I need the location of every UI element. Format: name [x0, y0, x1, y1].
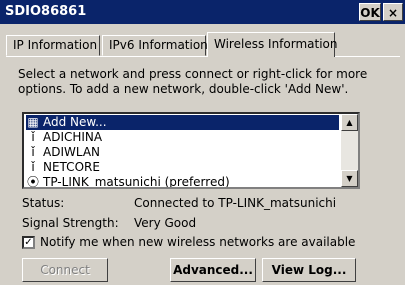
- scroll-down-icon[interactable]: ▼: [341, 170, 358, 187]
- window-title: SDIO86861: [5, 4, 87, 19]
- list-item[interactable]: ⦿ TP-LINK_matsunichi (preferred): [26, 175, 230, 189]
- signal-strength-label: Signal Strength:: [22, 216, 119, 230]
- network-list[interactable]: ▦ Add New... ǐ ADICHINA ǐ ADIWLAN ǐ NETCORE …: [22, 112, 360, 189]
- list-item[interactable]: ǐ ADIWLAN: [26, 145, 100, 160]
- connected-icon: ⦿: [26, 175, 39, 189]
- add-network-icon: ▦: [27, 115, 39, 129]
- scroll-up-icon[interactable]: ▲: [341, 114, 358, 131]
- title-bar: SDIO86861 OK ×: [0, 0, 405, 24]
- advanced-button[interactable]: Advanced...: [170, 258, 256, 282]
- list-scrollbar[interactable]: ▲ ▼: [341, 114, 358, 187]
- tab-ip-information[interactable]: IP Information: [6, 35, 100, 56]
- view-log-button[interactable]: View Log...: [262, 258, 356, 282]
- tab-wireless-information[interactable]: Wireless Information: [207, 32, 338, 57]
- status-value: Connected to TP-LINK_matsunichi: [134, 196, 337, 210]
- status-label: Status:: [22, 196, 65, 210]
- network-name: NETCORE: [43, 160, 100, 174]
- signal-strength-value: Very Good: [134, 216, 197, 230]
- notify-checkbox[interactable]: ✓: [22, 236, 35, 249]
- network-name: Add New...: [43, 115, 107, 129]
- notify-label: Notify me when new wireless networks are…: [40, 235, 356, 249]
- list-item[interactable]: ▦ Add New...: [26, 115, 339, 130]
- antenna-icon: ǐ: [31, 145, 35, 159]
- ok-button[interactable]: OK: [359, 3, 381, 21]
- close-button[interactable]: ×: [383, 3, 403, 21]
- antenna-icon: ǐ: [31, 130, 35, 144]
- connect-button[interactable]: Connect: [22, 258, 108, 282]
- antenna-icon: ǐ: [31, 160, 35, 174]
- list-item[interactable]: ǐ ADICHINA: [26, 130, 102, 145]
- instructions-text: Select a network and press connect or ri…: [18, 67, 368, 96]
- tab-ipv6-information[interactable]: IPv6 Information: [102, 35, 208, 56]
- network-name: ADIWLAN: [43, 145, 100, 159]
- network-name: ADICHINA: [43, 130, 103, 144]
- network-name: TP-LINK_matsunichi (preferred): [43, 175, 230, 189]
- list-item[interactable]: ǐ NETCORE: [26, 160, 100, 175]
